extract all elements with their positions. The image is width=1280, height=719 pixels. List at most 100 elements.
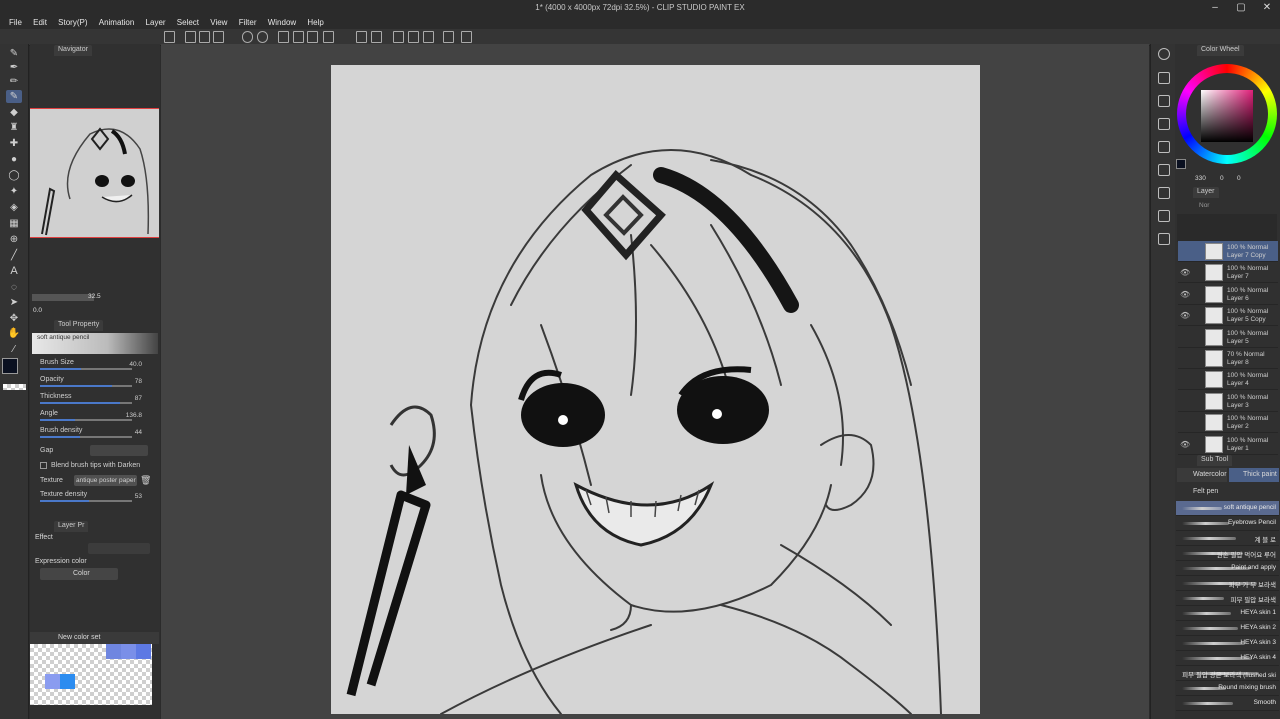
- pencil-tool-icon[interactable]: ✎: [6, 47, 22, 60]
- layer-tab[interactable]: Layer: [1193, 187, 1219, 198]
- layer-row[interactable]: 👁 100 % Normal Layer 6: [1178, 284, 1278, 305]
- navigator-preview[interactable]: [30, 108, 159, 238]
- balloon-tool-icon[interactable]: ◌: [6, 281, 22, 294]
- sub-tool-tab[interactable]: Sub Tool: [1197, 455, 1233, 466]
- hand-tool-icon[interactable]: ✋: [6, 327, 22, 340]
- redo-icon[interactable]: [257, 31, 268, 43]
- close-button[interactable]: ✕: [1254, 0, 1280, 16]
- quick-access-icon[interactable]: [1158, 210, 1170, 222]
- save-icon[interactable]: [213, 31, 224, 43]
- trash-icon[interactable]: 🗑: [140, 475, 151, 486]
- zoom-slider[interactable]: [32, 294, 94, 301]
- open-file-icon[interactable]: [199, 31, 210, 43]
- minimize-button[interactable]: –: [1202, 0, 1228, 16]
- eye-icon[interactable]: 👁: [1180, 268, 1190, 277]
- texture-row[interactable]: Texture antique poster paper 🗑: [30, 474, 160, 488]
- menu-select[interactable]: Select: [177, 16, 199, 29]
- snap-ruler-icon[interactable]: [393, 31, 404, 43]
- maximize-button[interactable]: ▢: [1228, 0, 1254, 16]
- layer-property-icon[interactable]: [1158, 95, 1170, 107]
- layer-row[interactable]: 100 % Normal Layer 4: [1178, 369, 1278, 391]
- gap-row[interactable]: Gap: [30, 444, 160, 458]
- eye-icon[interactable]: 👁: [1180, 311, 1190, 320]
- brush-size-row[interactable]: Brush Size 40.0: [30, 357, 160, 373]
- opacity-row[interactable]: Opacity 78: [30, 374, 160, 390]
- brush-item[interactable]: HEYA skin 1: [1176, 606, 1279, 621]
- decoration-tool-icon[interactable]: ✚: [6, 137, 22, 150]
- color-wheel-tab[interactable]: Color Wheel: [1197, 45, 1244, 56]
- history-icon[interactable]: [1158, 141, 1170, 153]
- tool-property-tab[interactable]: Tool Property: [54, 320, 104, 331]
- menu-layer[interactable]: Layer: [146, 16, 166, 29]
- menu-edit[interactable]: Edit: [33, 16, 47, 29]
- lasso-tool-icon[interactable]: ◯: [6, 169, 22, 182]
- menu-story[interactable]: Story(P): [58, 16, 87, 29]
- layer-row[interactable]: 👁 100 % Normal Layer 5 Copy: [1178, 305, 1278, 327]
- snap-grid-icon[interactable]: [423, 31, 434, 43]
- blend-checkbox[interactable]: [40, 462, 47, 469]
- brush-item[interactable]: HEYA skin 3: [1176, 636, 1279, 651]
- thickness-row[interactable]: Thickness 87: [30, 391, 160, 407]
- layer-row[interactable]: 70 % Normal Layer 8: [1178, 348, 1278, 369]
- pen-tool-icon[interactable]: ✒: [6, 61, 22, 74]
- blend-mode-select[interactable]: Nor: [1199, 202, 1209, 209]
- opacity-slider[interactable]: [40, 385, 132, 387]
- layer-property-tab[interactable]: Layer Pr: [54, 521, 89, 532]
- color-swatch-4[interactable]: [45, 674, 60, 689]
- drawing-canvas[interactable]: [331, 65, 980, 715]
- clear-icon[interactable]: [278, 31, 289, 43]
- layer-row[interactable]: 100 % Normal Layer 3: [1178, 391, 1278, 412]
- brush-item[interactable]: soft antique pencil: [1176, 501, 1279, 516]
- layer-row[interactable]: 100 % Normal Layer 2: [1178, 412, 1278, 434]
- snap-special-ruler-icon[interactable]: [408, 31, 419, 43]
- transparent-color-swatch[interactable]: [3, 384, 26, 390]
- marker-tool-icon[interactable]: ✏: [6, 75, 22, 88]
- brush-item[interactable]: 원손 필압 먹어요 루어: [1176, 546, 1279, 561]
- color-swatch-3[interactable]: [136, 644, 151, 659]
- airbrush-tool-icon[interactable]: ♜: [6, 121, 22, 134]
- color-swatch-5[interactable]: [60, 674, 75, 689]
- eraser-tool-icon[interactable]: ◆: [6, 106, 22, 119]
- color-set-grid[interactable]: [30, 644, 152, 705]
- subtool-group-felt-pen[interactable]: Felt pen: [1177, 485, 1227, 499]
- main-color-swatch[interactable]: [2, 358, 18, 374]
- menu-view[interactable]: View: [210, 16, 227, 29]
- brush-item[interactable]: Paint and apply: [1176, 561, 1279, 576]
- angle-slider[interactable]: [40, 419, 132, 421]
- brush-size-slider[interactable]: [40, 368, 132, 370]
- color-swatch-2[interactable]: [121, 644, 136, 659]
- layer-row[interactable]: 👁 100 % Normal Layer 1: [1178, 434, 1278, 455]
- brush-tool-icon[interactable]: ✎: [6, 90, 22, 103]
- auto-select-tool-icon[interactable]: ✦: [6, 185, 22, 198]
- material-icon[interactable]: [1158, 72, 1170, 84]
- new-file-icon[interactable]: [185, 31, 196, 43]
- brush-density-row[interactable]: Brush density 44: [30, 425, 160, 441]
- eye-icon[interactable]: 👁: [1180, 290, 1190, 299]
- brush-item[interactable]: 피부 필압 보라색: [1176, 591, 1279, 606]
- menu-help[interactable]: Help: [307, 16, 323, 29]
- undo-icon[interactable]: [242, 31, 253, 43]
- menu-animation[interactable]: Animation: [99, 16, 135, 29]
- tool-property-icon[interactable]: [1158, 118, 1170, 130]
- color-set-name[interactable]: New color set: [58, 634, 100, 641]
- brush-item[interactable]: HEYA skin 4: [1176, 651, 1279, 666]
- brush-item[interactable]: 계 블 로: [1176, 531, 1279, 546]
- invert-selection-icon[interactable]: [356, 31, 367, 43]
- transform-icon[interactable]: [307, 31, 318, 43]
- text-tool-icon[interactable]: A: [6, 265, 22, 278]
- brush-item[interactable]: Round mixing brush: [1176, 681, 1279, 696]
- color-swatch-1[interactable]: [106, 644, 121, 659]
- eyedropper-tool-icon[interactable]: ⁄: [6, 343, 22, 356]
- texture-select[interactable]: antique poster paper: [74, 475, 137, 486]
- search-icon[interactable]: [1158, 48, 1170, 60]
- brush-item[interactable]: Eyebrows Pencil: [1176, 516, 1279, 531]
- clip-studio-icon[interactable]: [164, 31, 175, 43]
- saturation-value-square[interactable]: [1201, 90, 1253, 142]
- brush-density-slider[interactable]: [40, 436, 132, 438]
- layer-row[interactable]: 100 % Normal Layer 5: [1178, 327, 1278, 348]
- gradient-tool-icon[interactable]: ▦: [6, 217, 22, 230]
- thickness-slider[interactable]: [40, 402, 132, 404]
- deselect-icon[interactable]: [323, 31, 334, 43]
- hue-ring[interactable]: [1177, 64, 1277, 164]
- subtool-group-watercolor[interactable]: Watercolor: [1177, 468, 1227, 482]
